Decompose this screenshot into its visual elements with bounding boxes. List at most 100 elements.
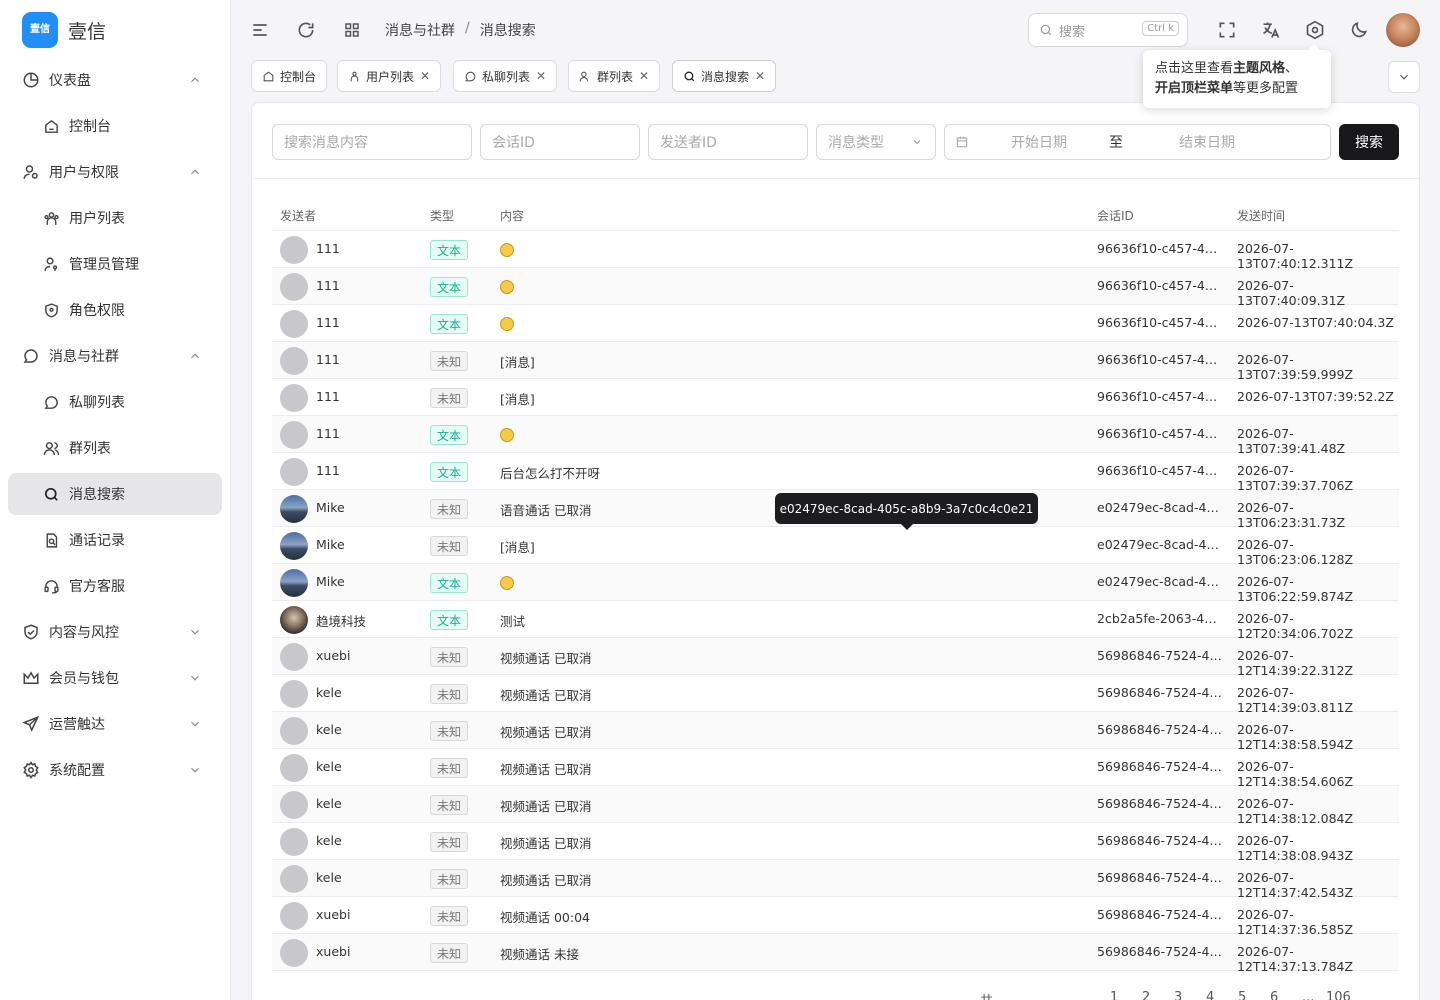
message-type-select[interactable]: 消息类型 bbox=[816, 124, 936, 160]
session-id[interactable]: 96636f10-c457-41... bbox=[1097, 352, 1222, 367]
session-id[interactable]: 56986846-7524-4d... bbox=[1097, 870, 1222, 885]
sidebar-item-role-permissions[interactable]: 角色权限 bbox=[8, 289, 222, 331]
sidebar-item-message-search[interactable]: 消息搜索 bbox=[8, 473, 222, 515]
tab-user-list[interactable]: 用户列表 ✕ bbox=[337, 60, 442, 92]
table-row[interactable]: kele 未知 视频通话 已取消 56986846-7524-4d... 2026-07… bbox=[272, 786, 1399, 826]
sent-time: 2026-07-12T14:38:54.606Z bbox=[1237, 759, 1354, 789]
sidebar-group-membership-wallet[interactable]: 会员与钱包 bbox=[8, 657, 222, 699]
emoji-icon bbox=[500, 280, 514, 294]
session-id[interactable]: 96636f10-c457-41... bbox=[1097, 389, 1222, 404]
apps-grid-icon[interactable] bbox=[341, 19, 363, 41]
tab-console[interactable]: 控制台 bbox=[251, 60, 328, 92]
sidebar-item-user-list[interactable]: 用户列表 bbox=[8, 197, 222, 239]
table-row[interactable]: xuebi 未知 视频通话 00:04 56986846-7524-4d... 2026… bbox=[272, 897, 1399, 937]
session-id[interactable]: 96636f10-c457-41... bbox=[1097, 426, 1222, 441]
page-1[interactable]: 1 bbox=[1110, 990, 1118, 1000]
sidebar-group-messages-community[interactable]: 消息与社群 bbox=[8, 335, 222, 377]
session-id[interactable]: 56986846-7524-4d... bbox=[1097, 722, 1222, 737]
sender-id-input[interactable]: 发送者ID bbox=[648, 124, 808, 160]
table-row[interactable]: 111 文本 96636f10-c457-41... 2026-07-13T07:40… bbox=[272, 268, 1399, 308]
app-logo[interactable]: 壹信 壹信 bbox=[22, 12, 106, 48]
table-row[interactable]: 111 文本 96636f10-c457-41... 2026-07-13T07:40… bbox=[272, 305, 1399, 342]
table-row[interactable]: kele 未知 视频通话 已取消 56986846-7524-4d... 2026-07… bbox=[272, 823, 1399, 863]
global-search-input[interactable]: 搜索 Ctrl k bbox=[1028, 13, 1188, 47]
table-row[interactable]: Mike 未知 [消息] e02479ec-8cad-40... 2026-07-13T… bbox=[272, 527, 1399, 567]
sidebar-item-private-chats[interactable]: 私聊列表 bbox=[8, 381, 222, 423]
table-row[interactable]: 111 未知 [消息] 96636f10-c457-41... 2026-07-13T0… bbox=[272, 342, 1399, 382]
table-row[interactable]: kele 未知 视频通话 已取消 56986846-7524-4d... 2026-07… bbox=[272, 712, 1399, 752]
table-row[interactable]: 111 文本 96636f10-c457-41... 2026-07-13T07:39… bbox=[272, 416, 1399, 456]
session-id[interactable]: 96636f10-c457-41... bbox=[1097, 241, 1222, 256]
session-id-input[interactable]: 会话ID bbox=[480, 124, 640, 160]
sent-time: 2026-07-12T14:39:22.312Z bbox=[1237, 648, 1354, 678]
session-id[interactable]: e02479ec-8cad-40... bbox=[1097, 574, 1222, 589]
total-count: 共 2100 条 bbox=[980, 990, 1013, 1000]
sidebar-group-users-permissions[interactable]: 用户与权限 bbox=[8, 151, 222, 193]
table-row[interactable]: xuebi 未知 视频通话 未接 56986846-7524-4d... 2026-07… bbox=[272, 934, 1399, 974]
session-id[interactable]: 56986846-7524-4d... bbox=[1097, 944, 1222, 959]
sender-name: kele bbox=[316, 685, 342, 700]
translate-icon[interactable] bbox=[1260, 19, 1282, 41]
session-id[interactable]: 56986846-7524-4d... bbox=[1097, 833, 1222, 848]
tab-message-search[interactable]: 消息搜索 ✕ bbox=[672, 60, 777, 92]
sidebar-item-group-list[interactable]: 群列表 bbox=[8, 427, 222, 469]
start-date[interactable]: 开始日期 bbox=[1011, 132, 1067, 152]
page-4[interactable]: 4 bbox=[1206, 990, 1214, 1000]
end-date[interactable]: 结束日期 bbox=[1179, 132, 1235, 152]
sidebar-group-system-config[interactable]: 系统配置 bbox=[8, 749, 222, 791]
table-row[interactable]: 111 文本 后台怎么打不开呀 96636f10-c457-41... 2026-07-… bbox=[272, 453, 1399, 493]
table-row[interactable]: 111 未知 [消息] 96636f10-c457-41... 2026-07-13T0… bbox=[272, 379, 1399, 416]
settings-hex-icon[interactable] bbox=[1304, 19, 1326, 41]
close-icon[interactable]: ✕ bbox=[536, 69, 546, 83]
session-id[interactable]: 56986846-7524-4d... bbox=[1097, 907, 1222, 922]
sidebar-group-dashboard[interactable]: 仪表盘 bbox=[8, 59, 222, 101]
placeholder: 会话ID bbox=[492, 135, 535, 151]
session-id[interactable]: 56986846-7524-4d... bbox=[1097, 796, 1222, 811]
session-id[interactable]: 96636f10-c457-41... bbox=[1097, 315, 1222, 330]
sidebar-item-official-support[interactable]: 官方客服 bbox=[8, 565, 222, 607]
tabs-dropdown-button[interactable] bbox=[1388, 61, 1420, 93]
page-ellipsis[interactable]: ... bbox=[1302, 990, 1314, 1000]
session-id[interactable]: 56986846-7524-4d... bbox=[1097, 759, 1222, 774]
session-id[interactable]: 96636f10-c457-41... bbox=[1097, 278, 1222, 293]
session-id[interactable]: 56986846-7524-4d... bbox=[1097, 648, 1222, 663]
table-row[interactable]: xuebi 未知 视频通话 已取消 56986846-7524-4d... 2026-0… bbox=[272, 638, 1399, 678]
sidebar-item-console[interactable]: 控制台 bbox=[8, 105, 222, 147]
close-icon[interactable]: ✕ bbox=[420, 69, 430, 83]
page-last[interactable]: 106 bbox=[1326, 990, 1351, 1000]
fullscreen-icon[interactable] bbox=[1216, 19, 1238, 41]
table-row[interactable]: kele 未知 视频通话 已取消 56986846-7524-4d... 2026-07… bbox=[272, 749, 1399, 789]
sidebar-group-content-risk[interactable]: 内容与风控 bbox=[8, 611, 222, 653]
table-row[interactable]: kele 未知 视频通话 已取消 56986846-7524-4d... 2026-07… bbox=[272, 860, 1399, 900]
page-5[interactable]: 5 bbox=[1238, 990, 1246, 1000]
page-3[interactable]: 3 bbox=[1174, 990, 1182, 1000]
close-icon[interactable]: ✕ bbox=[755, 69, 765, 83]
search-button[interactable]: 搜索 bbox=[1339, 124, 1399, 160]
breadcrumb-item[interactable]: 消息与社群 bbox=[385, 20, 455, 40]
page-2[interactable]: 2 bbox=[1142, 990, 1150, 1000]
date-range-picker[interactable]: 开始日期 至 结束日期 bbox=[944, 124, 1331, 160]
session-id[interactable]: 2cb2a5fe-2063-490... bbox=[1097, 611, 1222, 626]
menu-toggle-icon[interactable] bbox=[249, 19, 271, 41]
sidebar-item-call-records[interactable]: 通话记录 bbox=[8, 519, 222, 561]
table-row[interactable]: 趋境科技 文本 测试 2cb2a5fe-2063-490... 2026-07-12T2… bbox=[272, 601, 1399, 641]
message-type-badge: 未知 bbox=[430, 721, 469, 741]
dark-mode-moon-icon[interactable] bbox=[1348, 19, 1370, 41]
session-id[interactable]: 56986846-7524-4d... bbox=[1097, 685, 1222, 700]
tab-group-list[interactable]: 群列表 ✕ bbox=[568, 60, 661, 92]
page-6[interactable]: 6 bbox=[1270, 990, 1278, 1000]
message-content: 视频通话 已取消 bbox=[500, 688, 592, 703]
content-search-input[interactable]: 搜索消息内容 bbox=[272, 124, 472, 160]
sidebar-group-operations-outreach[interactable]: 运营触达 bbox=[8, 703, 222, 745]
user-avatar[interactable] bbox=[1386, 13, 1420, 47]
session-id[interactable]: e02479ec-8cad-40... bbox=[1097, 500, 1222, 515]
table-row[interactable]: kele 未知 视频通话 已取消 56986846-7524-4d... 2026-07… bbox=[272, 675, 1399, 715]
session-id[interactable]: e02479ec-8cad-40... bbox=[1097, 537, 1222, 552]
sidebar-item-admin-management[interactable]: 管理员管理 bbox=[8, 243, 222, 285]
table-row[interactable]: 111 文本 96636f10-c457-41... 2026-07-13T07:40… bbox=[272, 231, 1399, 271]
session-id[interactable]: 96636f10-c457-41... bbox=[1097, 463, 1222, 478]
tab-private-chats[interactable]: 私聊列表 ✕ bbox=[453, 60, 558, 92]
refresh-icon[interactable] bbox=[295, 19, 317, 41]
table-row[interactable]: Mike 文本 e02479ec-8cad-40... 2026-07-13T06:2… bbox=[272, 564, 1399, 604]
close-icon[interactable]: ✕ bbox=[639, 69, 649, 83]
